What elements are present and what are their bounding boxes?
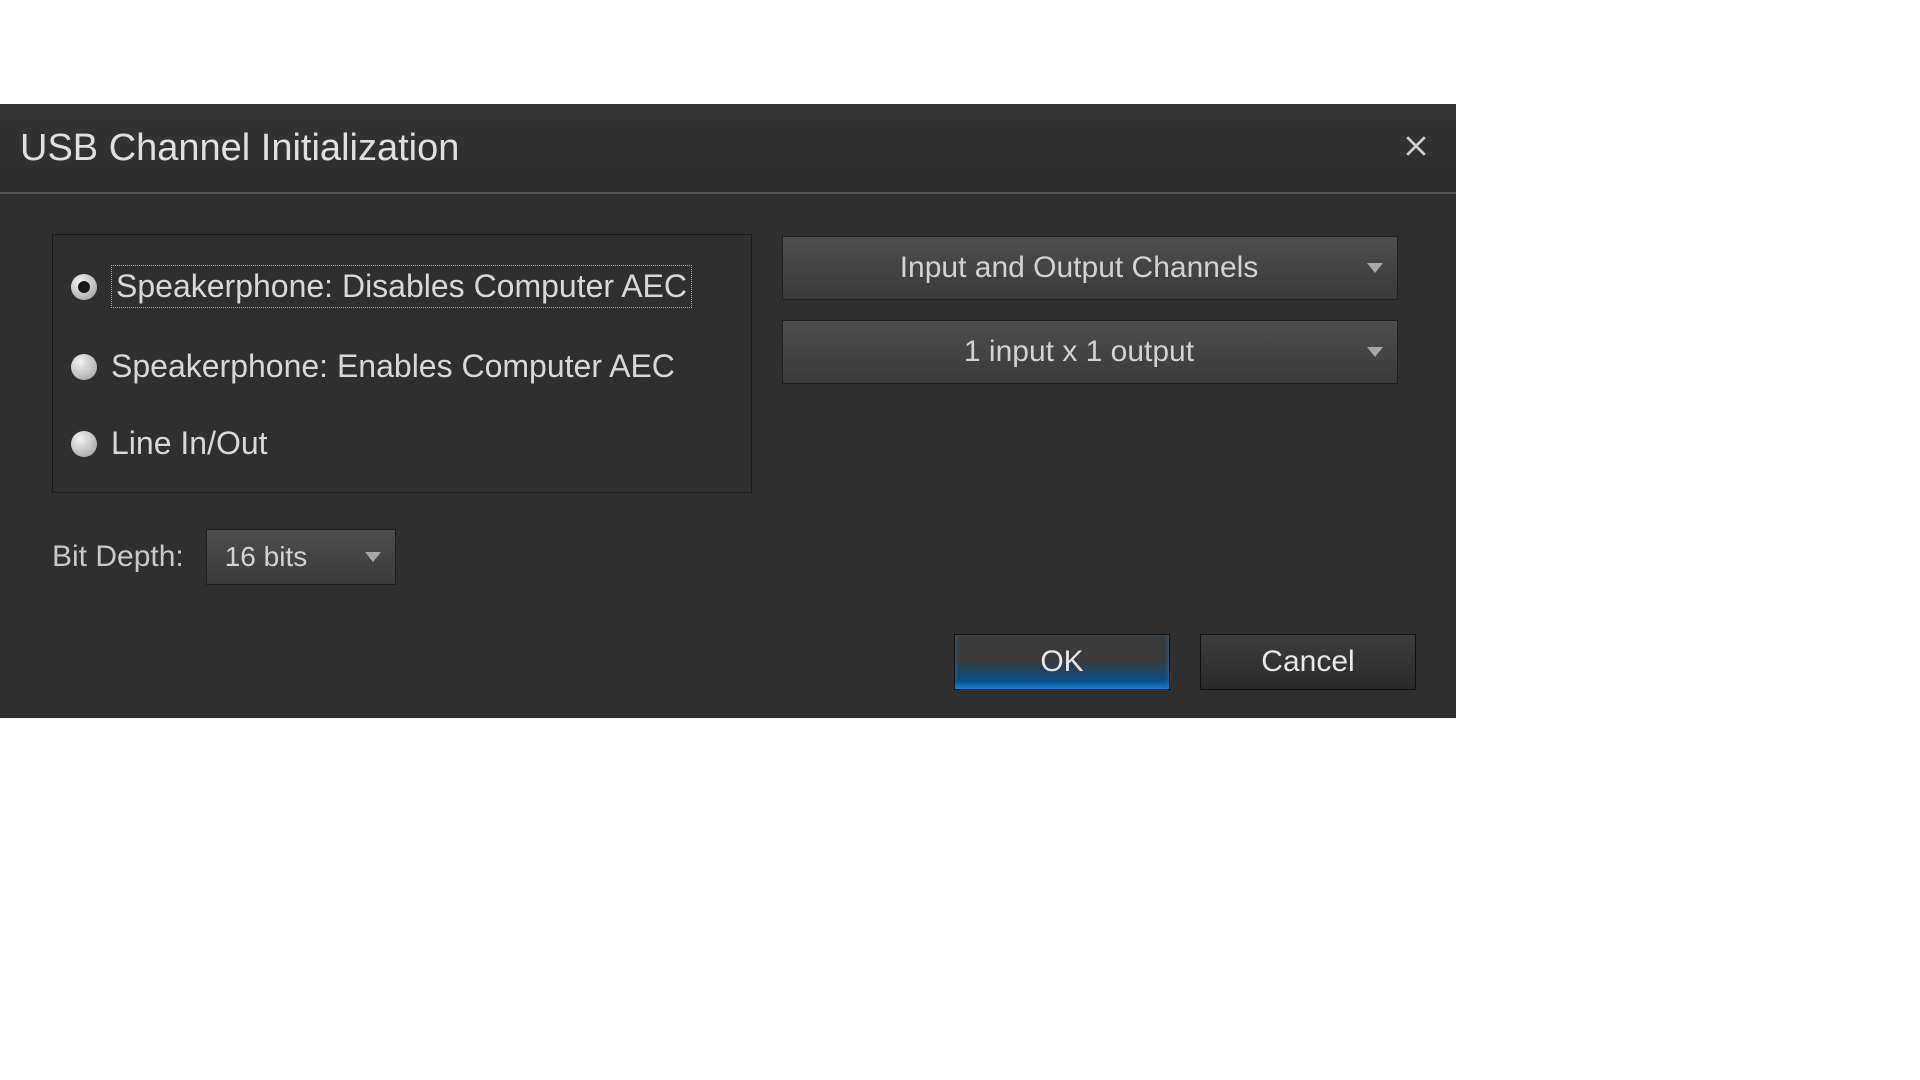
radio-icon	[71, 354, 97, 380]
dialog-window: USB Channel Initialization Speakerphone:…	[0, 104, 1456, 718]
chevron-down-icon	[1367, 263, 1383, 273]
close-button[interactable]	[1396, 128, 1436, 168]
radio-option-line-in-out[interactable]: Line In/Out	[71, 425, 733, 462]
cancel-button[interactable]: Cancel	[1200, 634, 1416, 690]
ok-button[interactable]: OK	[954, 634, 1170, 690]
radio-label: Speakerphone: Enables Computer AEC	[111, 348, 675, 385]
channels-mode-dropdown[interactable]: Input and Output Channels	[782, 236, 1398, 300]
bit-depth-dropdown[interactable]: 16 bits	[206, 529, 396, 585]
mode-radio-group: Speakerphone: Disables Computer AEC Spea…	[52, 234, 752, 493]
left-column: Speakerphone: Disables Computer AEC Spea…	[52, 234, 752, 585]
channels-count-value: 1 input x 1 output	[783, 325, 1397, 379]
ok-button-label: OK	[1040, 645, 1083, 679]
chevron-down-icon	[365, 552, 381, 562]
radio-option-speakerphone-enable-aec[interactable]: Speakerphone: Enables Computer AEC	[71, 348, 733, 385]
chevron-down-icon	[1367, 347, 1383, 357]
channels-count-dropdown[interactable]: 1 input x 1 output	[782, 320, 1398, 384]
cancel-button-label: Cancel	[1261, 645, 1354, 679]
radio-label: Speakerphone: Disables Computer AEC	[111, 265, 692, 308]
title-bar: USB Channel Initialization	[0, 104, 1456, 194]
dialog-title: USB Channel Initialization	[20, 127, 1396, 170]
radio-icon	[71, 431, 97, 457]
right-column: Input and Output Channels 1 input x 1 ou…	[782, 234, 1416, 585]
radio-option-speakerphone-disable-aec[interactable]: Speakerphone: Disables Computer AEC	[71, 265, 733, 308]
bit-depth-label: Bit Depth:	[52, 540, 184, 574]
radio-label: Line In/Out	[111, 425, 268, 462]
radio-icon	[71, 274, 97, 300]
bit-depth-row: Bit Depth: 16 bits	[52, 529, 752, 585]
dialog-body: Speakerphone: Disables Computer AEC Spea…	[0, 194, 1456, 605]
close-icon	[1405, 135, 1427, 162]
channels-mode-value: Input and Output Channels	[783, 241, 1397, 295]
dialog-footer: OK Cancel	[954, 634, 1416, 690]
